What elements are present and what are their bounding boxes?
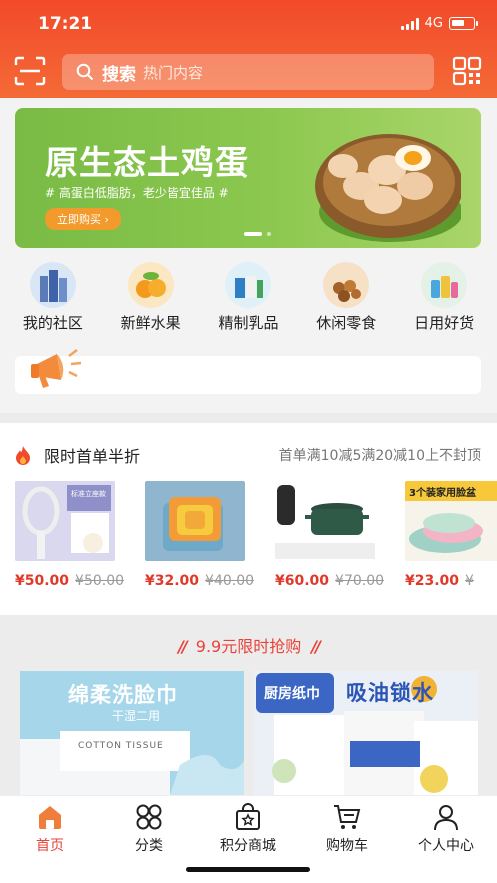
product-title: 吸油锁水 (346, 681, 434, 705)
original-price: ¥50.00 (75, 573, 125, 589)
promo-banner[interactable]: 原生态土鸡蛋 # 高蛋白低脂肪，老少皆宜佳品 # 立即购买 › (15, 108, 481, 248)
snack-icon (323, 262, 370, 308)
category-daily-goods[interactable]: 日用好货 (399, 262, 489, 336)
tab-category[interactable]: 分类 (104, 802, 194, 855)
search-placeholder: 热门内容 (143, 63, 204, 82)
product-image-basket (145, 481, 245, 561)
product-card[interactable]: 标准立座款 ¥50.00 ¥50.00 (15, 481, 127, 593)
original-price: ¥40.00 (205, 573, 255, 589)
flash-sale-promo: 首单满10减5满20减10上不封顶 (278, 448, 481, 464)
flame-icon (16, 446, 30, 465)
product-prices: ¥50.00 ¥50.00 (15, 573, 127, 589)
current-price: ¥23.00 (405, 573, 460, 589)
signal-icon (400, 17, 419, 30)
product-title: 绵柔洗脸巾 (68, 683, 178, 707)
category-dairy[interactable]: 精制乳品 (203, 262, 293, 336)
current-price: ¥32.00 (145, 573, 200, 589)
battery-icon (449, 17, 478, 30)
home-icon (39, 806, 61, 829)
flash-99-section: // 9.9元限时抢购 // 绵柔洗脸巾 干湿二用 COTTON TISSUE 吸油… (0, 615, 497, 795)
banner-title: 原生态土鸡蛋 (45, 143, 249, 182)
cart-icon (334, 805, 361, 829)
electric-cooker-image (275, 481, 375, 561)
tissue-pack-image (20, 731, 244, 795)
flash-99-header: // 9.9元限时抢购 // (0, 633, 497, 657)
category-snack[interactable]: 休闲零食 (301, 262, 391, 336)
product-image-caption: 标准立座款 (71, 490, 106, 498)
current-price: ¥50.00 (15, 573, 70, 589)
tab-points-mall[interactable]: 积分商城 (203, 802, 293, 855)
product-prices: ¥32.00 ¥40.00 (145, 573, 257, 589)
flash-sale-title: 限时首单半折 (44, 447, 141, 466)
original-price: ¥70.00 (335, 573, 385, 589)
dairy-icon (225, 262, 272, 308)
tab-label: 首页 (36, 838, 64, 854)
section-divider (0, 413, 497, 423)
product-image-basin: 3个装家用脸盆 (405, 481, 497, 561)
category-label: 新鲜水果 (120, 314, 181, 332)
search-label: 搜索 (102, 64, 136, 85)
product-card-kitchen-towel[interactable]: 吸油锁水 厨房纸巾 (254, 671, 478, 795)
daily-goods-icon (421, 262, 468, 308)
product-subtitle: 干湿二用 (112, 709, 161, 723)
product-image-mosquito-swatter: 标准立座款 (15, 481, 115, 561)
product-card[interactable]: 3个装家用脸盆 ¥23.00 ¥ (405, 481, 497, 593)
tab-profile[interactable]: 个人中心 (401, 802, 491, 855)
category-icon (136, 804, 162, 830)
category-community[interactable]: 我的社区 (8, 262, 98, 336)
fruit-basket-image (145, 481, 245, 561)
app-header: 17:21 4G 搜索 热门内容 (0, 0, 497, 98)
category-grid: 我的社区 新鲜水果 精制乳品 休闲零食 日用好货 (0, 262, 497, 336)
egg-basket-image (315, 134, 461, 242)
product-card[interactable]: ¥60.00 ¥70.00 (275, 481, 387, 593)
slash-icon: // (311, 637, 321, 656)
tab-home[interactable]: 首页 (5, 802, 95, 855)
buy-now-button[interactable]: 立即购买 › (45, 208, 121, 230)
product-card[interactable]: ¥32.00 ¥40.00 (145, 481, 257, 593)
scan-icon[interactable] (14, 56, 46, 86)
original-price: ¥ (465, 573, 474, 589)
home-indicator[interactable] (186, 867, 310, 872)
product-image-cooker (275, 481, 375, 561)
community-icon (29, 262, 76, 308)
flash-sale-section: 限时首单半折 首单满10减5满20减10上不封顶 标准立座款 ¥50.00 ¥50… (0, 423, 497, 615)
status-time: 17:21 (38, 14, 93, 34)
product-prices: ¥23.00 ¥ (405, 573, 497, 589)
category-label: 我的社区 (22, 314, 83, 332)
tab-label: 个人中心 (418, 838, 474, 854)
pack-label: 厨房纸巾 (264, 686, 320, 702)
flash-sale-header: 限时首单半折 (14, 443, 140, 467)
tab-label: 分类 (135, 838, 163, 854)
status-right: 4G (400, 16, 478, 31)
points-mall-icon (236, 803, 260, 830)
fruit-icon (127, 262, 174, 308)
network-type: 4G (424, 16, 443, 31)
category-label: 精制乳品 (218, 314, 279, 332)
product-prices: ¥60.00 ¥70.00 (275, 573, 387, 589)
search-icon (76, 63, 94, 81)
profile-icon (434, 805, 458, 831)
flash-sale-list: 标准立座款 ¥50.00 ¥50.00 ¥32.00 ¥40.00 ¥60.00… (15, 481, 497, 593)
search-bar[interactable]: 搜索 热门内容 (62, 54, 434, 90)
product-card-face-towel[interactable]: 绵柔洗脸巾 干湿二用 COTTON TISSUE (20, 671, 244, 795)
banner-subtitle: # 高蛋白低脂肪，老少皆宜佳品 # (45, 186, 229, 200)
pack-label: COTTON TISSUE (78, 741, 164, 751)
product-image-caption: 3个装家用脸盆 (409, 488, 476, 499)
qr-code-icon[interactable] (452, 56, 482, 86)
tab-label: 积分商城 (220, 838, 276, 854)
category-label: 日用好货 (414, 314, 475, 332)
megaphone-icon (31, 349, 82, 388)
status-bar: 17:21 4G (0, 12, 497, 36)
tab-cart[interactable]: 购物车 (302, 802, 392, 855)
flash-99-title: 9.9元限时抢购 (195, 637, 302, 656)
banner-pagination (244, 232, 271, 236)
slash-icon: // (178, 637, 188, 656)
current-price: ¥60.00 (275, 573, 330, 589)
category-fruit[interactable]: 新鲜水果 (106, 262, 196, 336)
category-label: 休闲零食 (316, 314, 377, 332)
tab-label: 购物车 (326, 838, 368, 854)
